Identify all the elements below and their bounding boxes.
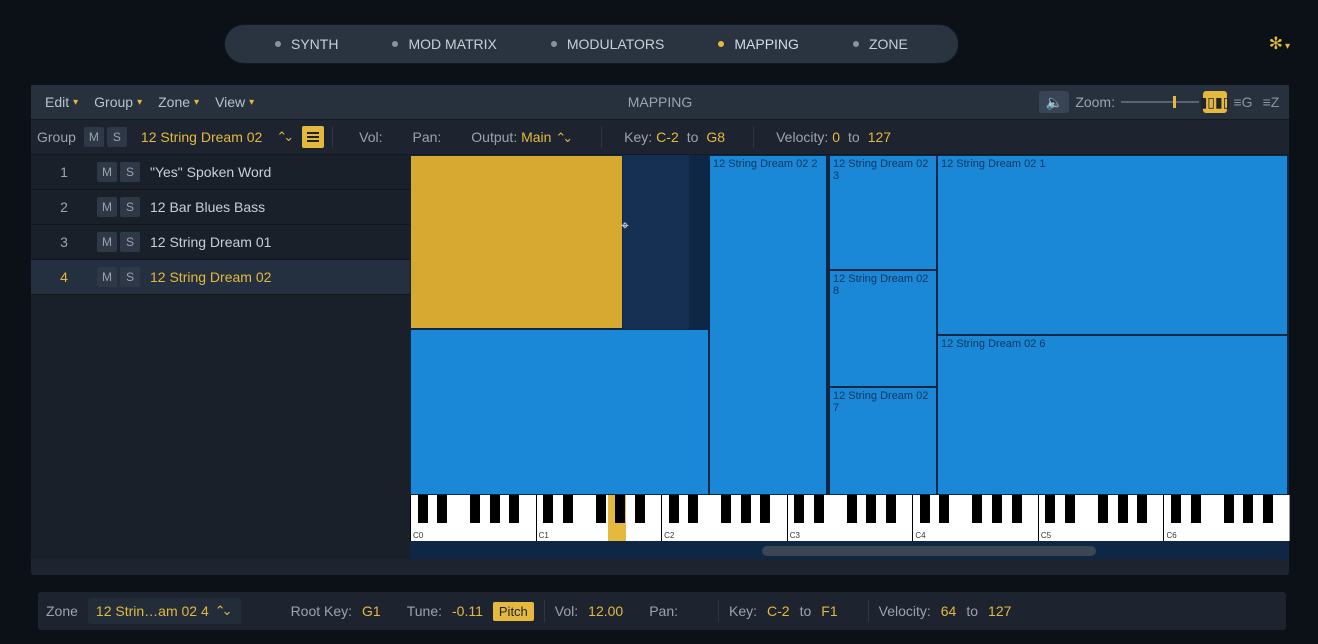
key-low-field[interactable]: C-2	[656, 129, 679, 145]
tab-mod-matrix[interactable]: MOD MATRIX	[368, 27, 520, 61]
zone-map[interactable]: 12 String Dream 02 2 12 String Dream 02 …	[410, 155, 1289, 559]
zone-selected[interactable]	[410, 155, 623, 329]
view-menu[interactable]: View▾	[207, 94, 262, 110]
group-mute-button[interactable]: M	[84, 127, 104, 147]
group-row[interactable]: 3 MS 12 String Dream 01	[31, 225, 410, 260]
zoom-control: Zoom:	[1075, 94, 1199, 110]
output-select[interactable]: Main	[521, 129, 551, 145]
row-solo[interactable]: S	[120, 232, 140, 252]
horizontal-scrollbar[interactable]	[762, 546, 1096, 556]
tune-field[interactable]: -0.11	[452, 603, 483, 619]
zone[interactable]: 12 String Dream 02 7	[829, 387, 937, 495]
view-keyboard-button[interactable]: ▮▯▮▯	[1203, 91, 1227, 113]
tab-zone[interactable]: ZONE	[829, 27, 932, 61]
zone[interactable]: 12 String Dream 02 1	[937, 155, 1288, 335]
zone[interactable]: 12 String Dream 02 3	[829, 155, 937, 270]
output-stepper[interactable]: ⌃⌄	[555, 130, 569, 145]
zone-vel-high[interactable]: 127	[988, 603, 1011, 619]
gear-icon: ✻	[1269, 34, 1283, 53]
chevron-down-icon: ▾	[1285, 41, 1290, 52]
vol-label: Vol:	[359, 129, 382, 145]
main-tabs: SYNTH MOD MATRIX MODULATORS MAPPING ZONE	[224, 24, 959, 64]
view-groups-button[interactable]: ≡G	[1231, 91, 1255, 113]
zone-key-high[interactable]: F1	[821, 603, 837, 619]
panel-title: MAPPING	[628, 94, 693, 110]
row-solo[interactable]: S	[120, 197, 140, 217]
row-solo[interactable]: S	[120, 162, 140, 182]
zone[interactable]	[410, 329, 709, 495]
vel-low-field[interactable]: 0	[832, 129, 840, 145]
row-mute[interactable]: M	[97, 232, 117, 252]
zone[interactable]: 12 String Dream 02 8	[829, 270, 937, 387]
keyboard-icon: ▮▯▮▯	[1200, 94, 1231, 111]
edit-menu[interactable]: Edit▾	[37, 94, 86, 110]
group-row-selected[interactable]: 4 MS 12 String Dream 02	[31, 260, 410, 295]
key-high-field[interactable]: G8	[706, 129, 725, 145]
row-solo[interactable]: S	[120, 267, 140, 287]
settings-menu[interactable]: ✻▾	[1269, 34, 1290, 54]
keyboard-ruler[interactable]: C0C1C2C3C4C5C6	[410, 495, 1289, 541]
zoom-slider[interactable]	[1121, 101, 1199, 103]
root-key-field[interactable]: G1	[362, 603, 381, 619]
zone[interactable]: 12 String Dream 02 2	[709, 155, 827, 495]
group-list: 1 MS "Yes" Spoken Word 2 MS 12 Bar Blues…	[31, 155, 410, 559]
group-list-button[interactable]	[302, 126, 324, 148]
mapping-panel: Edit▾ Group▾ Zone▾ View▾ MAPPING 🔈 Zoom:…	[30, 84, 1290, 576]
pan-label: Pan:	[412, 129, 441, 145]
tab-mapping[interactable]: MAPPING	[694, 27, 823, 61]
zone-key-low[interactable]: C-2	[767, 603, 790, 619]
row-mute[interactable]: M	[97, 267, 117, 287]
zone-name-select[interactable]: 12 Strin…am 02 4⌃⌄	[88, 598, 241, 624]
group-row[interactable]: 1 MS "Yes" Spoken Word	[31, 155, 410, 190]
zone[interactable]: 12 String Dream 02 6	[937, 335, 1288, 495]
group-stepper[interactable]: ⌃⌄	[276, 129, 290, 145]
zone-menu[interactable]: Zone▾	[150, 94, 207, 110]
group-name-select[interactable]: 12 String Dream 02	[135, 129, 268, 145]
audition-button[interactable]: 🔈	[1039, 91, 1069, 113]
group-menu[interactable]: Group▾	[86, 94, 150, 110]
group-info-bar: Group M S 12 String Dream 02 ⌃⌄ Vol: Pan…	[31, 120, 1289, 155]
group-row[interactable]: 2 MS 12 Bar Blues Bass	[31, 190, 410, 225]
tab-modulators[interactable]: MODULATORS	[527, 27, 689, 61]
tab-synth[interactable]: SYNTH	[251, 27, 362, 61]
group-label: Group	[37, 129, 76, 145]
speaker-icon: 🔈	[1046, 94, 1063, 111]
view-zones-button[interactable]: ≡Z	[1259, 91, 1283, 113]
zone-vol-field[interactable]: 12.00	[588, 603, 623, 619]
zone-info-bar: Zone 12 Strin…am 02 4⌃⌄ Root Key: G1 Tun…	[38, 592, 1286, 630]
row-mute[interactable]: M	[97, 197, 117, 217]
pitch-button[interactable]: Pitch	[493, 602, 534, 621]
row-mute[interactable]: M	[97, 162, 117, 182]
toolbar: Edit▾ Group▾ Zone▾ View▾ MAPPING 🔈 Zoom:…	[31, 85, 1289, 120]
zoom-label: Zoom:	[1075, 94, 1115, 110]
vel-high-field[interactable]: 127	[868, 129, 891, 145]
group-solo-button[interactable]: S	[107, 127, 127, 147]
zone-vel-low[interactable]: 64	[941, 603, 957, 619]
